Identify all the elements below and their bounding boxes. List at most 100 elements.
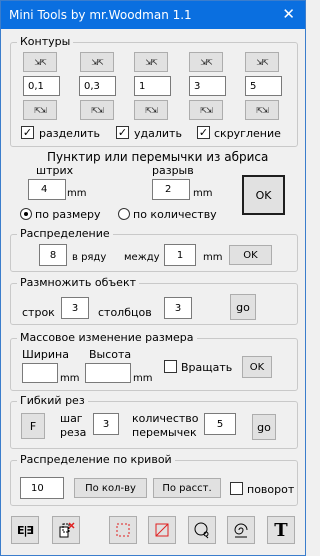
round-checkbox[interactable]: ✓ (197, 126, 210, 139)
delete-label: удалить (134, 127, 182, 140)
shrink-arrows-icon: ⇲⇱ (145, 57, 157, 67)
gap-input[interactable]: 2 (152, 179, 190, 200)
curve-rotate-checkbox[interactable] (230, 482, 243, 495)
window-title: Mini Tools by mr.Woodman 1.1 (9, 8, 192, 22)
expand-arrows-icon: ⇱⇲ (256, 105, 268, 115)
delete-checkbox[interactable]: ✓ (116, 126, 129, 139)
contour-top-button-1[interactable]: ⇲⇱ (23, 52, 57, 72)
contour-bottom-button-2[interactable]: ⇱⇲ (80, 100, 114, 120)
gap-unit: mm (193, 188, 213, 199)
between-label: между (124, 252, 160, 263)
shrink-arrows-icon: ⇲⇱ (34, 57, 46, 67)
dashed-rect-button[interactable] (109, 516, 137, 544)
checkmark-icon: ✓ (198, 126, 209, 139)
contour-bottom-button-1[interactable]: ⇱⇲ (23, 100, 57, 120)
count-label-2: перемычек (132, 426, 197, 439)
text-icon: T (274, 519, 288, 541)
curve-legend: Распределение по кривой (17, 453, 175, 466)
shrink-arrows-icon: ⇲⇱ (256, 57, 268, 67)
contour-value-4[interactable]: 3 (189, 76, 226, 96)
contour-value-5[interactable]: 5 (245, 76, 282, 96)
multiply-go-button[interactable]: go (230, 294, 256, 320)
gap-label: разрыв (152, 164, 194, 177)
rotate-checkbox[interactable] (164, 360, 177, 373)
spiral-icon (234, 523, 248, 538)
by-size-radio[interactable] (20, 208, 32, 220)
rotate-label: Вращать (181, 361, 233, 374)
flex-cut-go-button[interactable]: go (252, 414, 276, 440)
expand-arrows-icon: ⇱⇲ (34, 105, 46, 115)
delete-object-button[interactable] (52, 516, 80, 544)
contour-top-button-3[interactable]: ⇲⇱ (134, 52, 168, 72)
contour-top-button-2[interactable]: ⇲⇱ (80, 52, 114, 72)
between-input[interactable]: 1 (164, 244, 196, 266)
per-row-input[interactable]: 8 (39, 244, 67, 266)
cols-label: столбцов (98, 306, 152, 319)
checkmark-icon: ✓ (117, 126, 128, 139)
step-input[interactable]: 3 (93, 413, 119, 435)
mirror-icon: E|∃ (16, 523, 34, 537)
crossed-rect-icon (155, 523, 169, 537)
split-label: разделить (39, 127, 101, 140)
height-label: Высота (89, 348, 132, 361)
contours-legend: Контуры (17, 35, 74, 48)
expand-arrows-icon: ⇱⇲ (91, 105, 103, 115)
resize-legend: Массовое изменение размера (17, 331, 197, 344)
contour-bottom-button-4[interactable]: ⇱⇲ (189, 100, 223, 120)
dashed-rect-icon (116, 523, 130, 537)
resize-ok-button[interactable]: OK (242, 356, 272, 378)
shrink-arrows-icon: ⇲⇱ (200, 57, 212, 67)
stroke-input[interactable]: 4 (28, 179, 66, 200)
circle-node-button[interactable] (188, 516, 216, 544)
contour-value-1[interactable]: 0,1 (23, 76, 60, 96)
curve-value-input[interactable]: 10 (20, 477, 64, 499)
stroke-unit: mm (67, 188, 87, 199)
stroke-label: штрих (36, 164, 74, 177)
width-unit: mm (60, 373, 80, 384)
delete-object-icon (59, 522, 75, 538)
by-count-label: по количеству (133, 208, 217, 221)
expand-arrows-icon: ⇱⇲ (200, 105, 212, 115)
multiply-legend: Размножить объект (17, 276, 139, 289)
crossed-rect-button[interactable] (148, 516, 176, 544)
step-label-2: реза (60, 426, 87, 439)
curve-rotate-label: поворот (247, 483, 295, 496)
contour-value-2[interactable]: 0,3 (79, 76, 116, 96)
text-button[interactable]: T (267, 516, 295, 544)
width-input[interactable] (22, 363, 58, 383)
height-unit: mm (133, 373, 153, 384)
rows-input[interactable]: 3 (61, 297, 89, 319)
checkmark-icon: ✓ (22, 126, 33, 139)
height-input[interactable] (85, 363, 131, 383)
contour-top-button-4[interactable]: ⇲⇱ (189, 52, 223, 72)
curve-by-dist-button[interactable]: По расст. (153, 478, 221, 498)
between-unit: mm (203, 252, 223, 263)
close-icon[interactable]: ✕ (282, 5, 295, 23)
expand-arrows-icon: ⇱⇲ (145, 105, 157, 115)
contour-bottom-button-3[interactable]: ⇱⇲ (134, 100, 168, 120)
round-label: скругление (214, 127, 281, 140)
split-checkbox[interactable]: ✓ (21, 126, 34, 139)
curve-by-count-button[interactable]: По кол-ву (74, 478, 147, 498)
contour-top-button-5[interactable]: ⇲⇱ (245, 52, 279, 72)
distribution-ok-button[interactable]: OK (229, 245, 272, 265)
circle-node-icon (194, 522, 209, 539)
width-label: Ширина (22, 348, 69, 361)
app-window: Mini Tools by mr.Woodman 1.1 ✕ Контуры ⇲… (0, 0, 306, 556)
by-count-radio[interactable] (118, 208, 130, 220)
per-row-label: в ряду (72, 252, 107, 263)
flex-cut-legend: Гибкий рез (17, 394, 88, 407)
distribution-legend: Распределение (17, 227, 113, 240)
cols-input[interactable]: 3 (164, 297, 192, 319)
dotted-ok-button[interactable]: OK (242, 175, 285, 215)
f-button[interactable]: F (21, 413, 45, 439)
contour-bottom-button-5[interactable]: ⇱⇲ (245, 100, 279, 120)
by-size-label: по размеру (35, 208, 101, 221)
mirror-button[interactable]: E|∃ (11, 516, 39, 544)
count-label-1: количество (132, 412, 199, 425)
title-bar: Mini Tools by mr.Woodman 1.1 ✕ (1, 1, 305, 29)
step-label-1: шаг (60, 412, 83, 425)
count-input[interactable]: 5 (204, 413, 236, 435)
contour-value-3[interactable]: 1 (134, 76, 171, 96)
spiral-button[interactable] (227, 516, 255, 544)
